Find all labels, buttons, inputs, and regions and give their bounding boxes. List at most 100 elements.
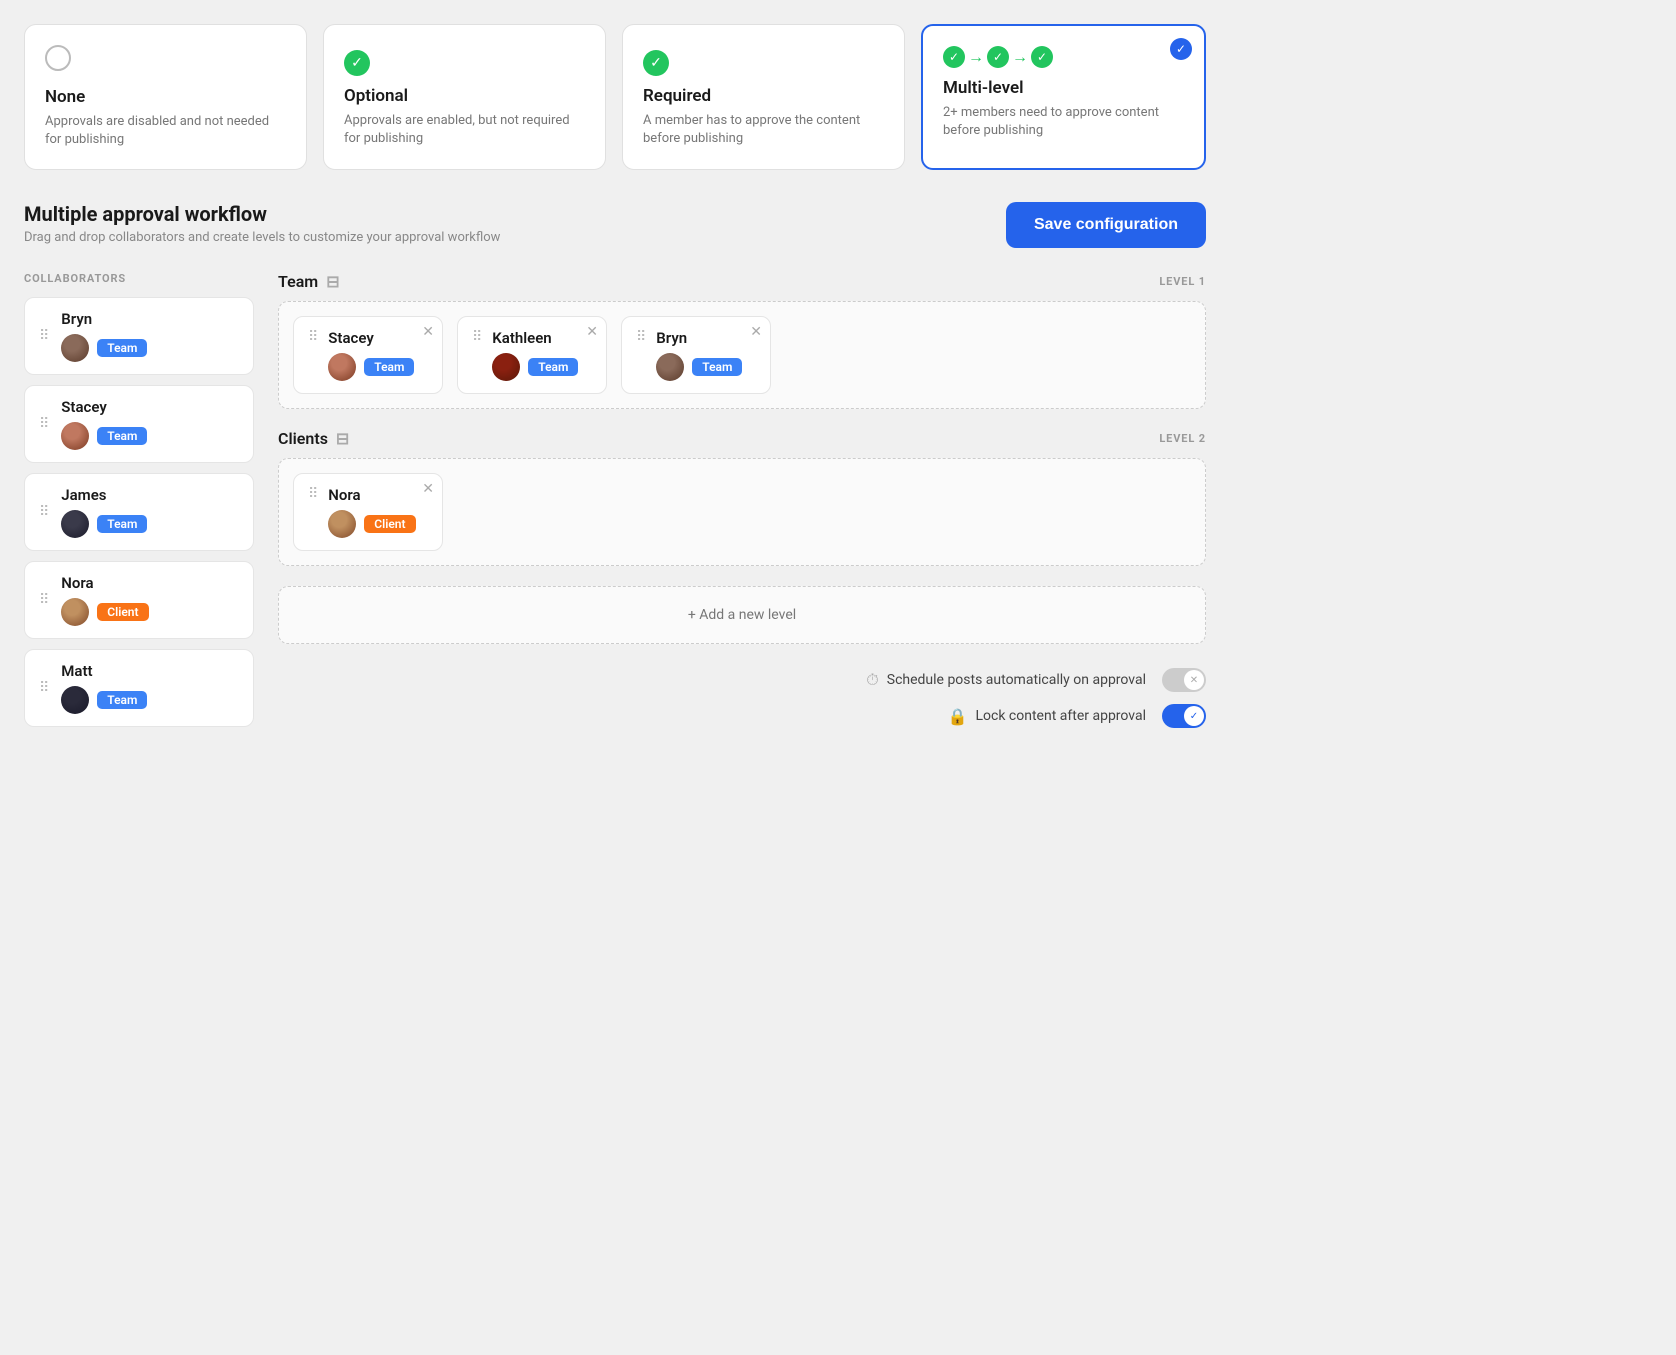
approval-card-optional[interactable]: ✓ Optional Approvals are enabled, but no…	[323, 24, 606, 170]
badge-bryn: Team	[97, 339, 147, 357]
none-icon	[45, 45, 286, 77]
drag-handle-stacey[interactable]: ⠿	[39, 416, 49, 432]
optional-title: Optional	[344, 86, 585, 106]
collab-details-stacey: Team	[61, 422, 147, 450]
level-member-kathleen: ⠿ Kathleen Team ✕	[457, 316, 607, 394]
level-member-bryn: ⠿ Bryn Team ✕	[621, 316, 771, 394]
collab-info-james: James Team	[61, 486, 147, 538]
lock-setting-row: 🔒 Lock content after approval ✓	[278, 704, 1206, 728]
drag-handle-james[interactable]: ⠿	[39, 504, 49, 520]
collaborators-label: COLLABORATORS	[24, 272, 254, 285]
optional-desc: Approvals are enabled, but not required …	[344, 112, 585, 148]
selected-check-icon: ✓	[1170, 38, 1192, 60]
avatar-stacey	[61, 422, 89, 450]
collab-card-bryn[interactable]: ⠿ Bryn Team	[24, 297, 254, 375]
drag-handle-level-nora[interactable]: ⠿	[308, 486, 318, 502]
level-badge-2: LEVEL 2	[1159, 432, 1206, 445]
collab-name-matt: Matt	[61, 662, 147, 680]
required-title: Required	[643, 86, 884, 106]
drag-handle-level-kathleen[interactable]: ⠿	[472, 329, 482, 345]
collab-name-stacey: Stacey	[61, 398, 147, 416]
level-split-icon-1[interactable]: ⊟	[326, 272, 339, 291]
collab-details-bryn: Team	[61, 334, 147, 362]
lock-label-group: 🔒 Lock content after approval	[948, 707, 1146, 726]
level-member-name-kathleen: Kathleen	[492, 329, 578, 347]
close-bryn-button[interactable]: ✕	[750, 325, 762, 339]
approval-card-required[interactable]: ✓ Required A member has to approve the c…	[622, 24, 905, 170]
level-group-name-1: Team	[278, 272, 318, 291]
level-split-icon-2[interactable]: ⊟	[336, 429, 349, 448]
drag-handle-nora[interactable]: ⠿	[39, 592, 49, 608]
schedule-label: Schedule posts automatically on approval	[887, 672, 1146, 688]
badge-nora: Client	[97, 603, 148, 621]
drag-handle-level-stacey[interactable]: ⠿	[308, 329, 318, 345]
collab-name-nora: Nora	[61, 574, 148, 592]
collaborators-panel: COLLABORATORS ⠿ Bryn Team ⠿ Stacey Team	[24, 272, 254, 740]
drag-handle-bryn[interactable]: ⠿	[39, 328, 49, 344]
close-kathleen-button[interactable]: ✕	[586, 325, 598, 339]
collab-card-james[interactable]: ⠿ James Team	[24, 473, 254, 551]
level-avatar-kathleen	[492, 353, 520, 381]
workflow-header-text: Multiple approval workflow Drag and drop…	[24, 202, 500, 245]
main-layout: COLLABORATORS ⠿ Bryn Team ⠿ Stacey Team	[24, 272, 1206, 740]
close-stacey-button[interactable]: ✕	[422, 325, 434, 339]
level-member-name-bryn: Bryn	[656, 329, 742, 347]
collab-details-matt: Team	[61, 686, 147, 714]
collab-info-nora: Nora Client	[61, 574, 148, 626]
level-badge-stacey: Team	[364, 358, 414, 376]
collab-card-stacey[interactable]: ⠿ Stacey Team	[24, 385, 254, 463]
close-nora-button[interactable]: ✕	[422, 482, 434, 496]
level-drop-zone-1[interactable]: ⠿ Stacey Team ✕ ⠿ Kathleen	[278, 301, 1206, 409]
collab-card-matt[interactable]: ⠿ Matt Team	[24, 649, 254, 727]
lock-icon: 🔒	[948, 707, 968, 726]
level-header-1: Team ⊟ LEVEL 1	[278, 272, 1206, 291]
lock-toggle-knob: ✓	[1184, 706, 1204, 726]
collab-details-nora: Client	[61, 598, 148, 626]
schedule-label-group: ⏱ Schedule posts automatically on approv…	[866, 670, 1146, 690]
level-drop-zone-2[interactable]: ⠿ Nora Client ✕	[278, 458, 1206, 566]
level-member-stacey: ⠿ Stacey Team ✕	[293, 316, 443, 394]
level-avatar-bryn	[656, 353, 684, 381]
level-section-2: Clients ⊟ LEVEL 2 ⠿ Nora Client ✕	[278, 429, 1206, 566]
add-new-level-button[interactable]: + Add a new level	[278, 586, 1206, 644]
avatar-bryn	[61, 334, 89, 362]
level-member-name-stacey: Stacey	[328, 329, 414, 347]
lock-toggle[interactable]: ✓	[1162, 704, 1206, 728]
schedule-toggle-knob: ✕	[1184, 670, 1204, 690]
required-icon: ✓	[643, 45, 884, 76]
level-badge-nora: Client	[364, 515, 415, 533]
schedule-setting-row: ⏱ Schedule posts automatically on approv…	[278, 668, 1206, 692]
level-badge-bryn: Team	[692, 358, 742, 376]
level-member-info-kathleen: Kathleen Team	[492, 329, 578, 381]
collab-info-stacey: Stacey Team	[61, 398, 147, 450]
level-name-1: Team ⊟	[278, 272, 340, 291]
workflow-header: Multiple approval workflow Drag and drop…	[24, 202, 1206, 248]
level-member-info-nora: Nora Client	[328, 486, 415, 538]
collab-details-james: Team	[61, 510, 147, 538]
optional-icon: ✓	[344, 45, 585, 76]
level-badge-1: LEVEL 1	[1159, 275, 1206, 288]
collab-info-matt: Matt Team	[61, 662, 147, 714]
levels-panel: Team ⊟ LEVEL 1 ⠿ Stacey Team ✕	[278, 272, 1206, 740]
collab-card-nora[interactable]: ⠿ Nora Client	[24, 561, 254, 639]
level-avatar-nora	[328, 510, 356, 538]
save-configuration-button[interactable]: Save configuration	[1006, 202, 1206, 248]
level-member-info-bryn: Bryn Team	[656, 329, 742, 381]
collab-name-bryn: Bryn	[61, 310, 147, 328]
approval-type-cards: None Approvals are disabled and not need…	[24, 24, 1206, 170]
drag-handle-matt[interactable]: ⠿	[39, 680, 49, 696]
workflow-subtitle: Drag and drop collaborators and create l…	[24, 230, 500, 245]
avatar-nora	[61, 598, 89, 626]
approval-card-multilevel[interactable]: ✓ ✓ → ✓ → ✓ Multi-level 2+ members need …	[921, 24, 1206, 170]
schedule-icon: ⏱	[866, 670, 878, 690]
level-badge-kathleen: Team	[528, 358, 578, 376]
approval-card-none[interactable]: None Approvals are disabled and not need…	[24, 24, 307, 170]
level-group-name-2: Clients	[278, 429, 328, 448]
drag-handle-level-bryn[interactable]: ⠿	[636, 329, 646, 345]
schedule-toggle[interactable]: ✕	[1162, 668, 1206, 692]
none-title: None	[45, 87, 286, 107]
level-avatar-stacey	[328, 353, 356, 381]
badge-stacey: Team	[97, 427, 147, 445]
level-section-1: Team ⊟ LEVEL 1 ⠿ Stacey Team ✕	[278, 272, 1206, 409]
avatar-james	[61, 510, 89, 538]
